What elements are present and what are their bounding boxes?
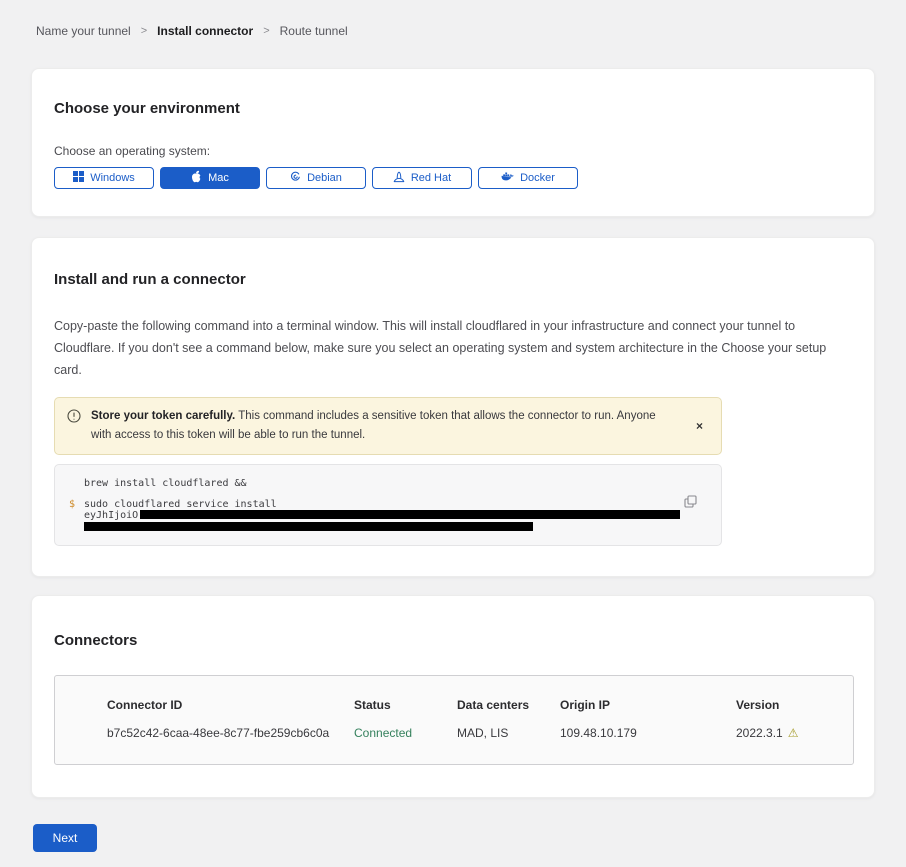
os-button-label: Debian	[307, 172, 342, 184]
os-button-label: Red Hat	[411, 172, 451, 184]
environment-card-title: Choose your environment	[54, 100, 852, 117]
breadcrumb: Name your tunnel > Install connector > R…	[0, 0, 906, 38]
os-button-redhat[interactable]: Red Hat	[372, 167, 472, 189]
token-redaction-bar	[84, 522, 533, 531]
windows-icon	[73, 171, 84, 185]
apple-icon	[191, 170, 202, 186]
shell-prompt: $	[69, 499, 84, 510]
column-header-version: Version	[736, 698, 833, 712]
connectors-table: Connector ID Status Data centers Origin …	[54, 675, 854, 765]
environment-card: Choose your environment Choose an operat…	[31, 68, 875, 217]
breadcrumb-name-your-tunnel[interactable]: Name your tunnel	[36, 24, 131, 38]
os-button-group: Windows Mac Debian	[54, 167, 852, 189]
connector-origin-ip-value: 109.48.10.179	[560, 726, 736, 740]
token-warning-title: Store your token carefully.	[91, 410, 235, 422]
os-button-debian[interactable]: Debian	[266, 167, 366, 189]
next-button[interactable]: Next	[33, 824, 97, 852]
os-button-label: Windows	[90, 172, 135, 184]
breadcrumb-route-tunnel[interactable]: Route tunnel	[280, 24, 348, 38]
connectors-card: Connectors Connector ID Status Data cent…	[31, 595, 875, 798]
connector-id-value: b7c52c42-6caa-48ee-8c77-fbe259cb6c0a	[107, 726, 354, 740]
install-command-codeblock[interactable]: brew install cloudflared && $ sudo cloud…	[54, 464, 722, 546]
column-header-data-centers: Data centers	[457, 698, 560, 712]
connector-data-centers-value: MAD, LIS	[457, 726, 560, 740]
footer: Next	[0, 798, 906, 867]
alert-circle-icon	[67, 409, 81, 428]
connectors-card-title: Connectors	[54, 632, 852, 649]
column-header-origin-ip: Origin IP	[560, 698, 736, 712]
version-warning-icon: ⚠	[788, 727, 799, 739]
breadcrumb-install-connector[interactable]: Install connector	[157, 24, 253, 38]
column-header-status: Status	[354, 698, 457, 712]
os-button-docker[interactable]: Docker	[478, 167, 578, 189]
redhat-icon	[393, 171, 405, 186]
docker-icon	[501, 171, 514, 185]
token-warning-text: Store your token carefully. This command…	[91, 407, 661, 445]
connector-status-value: Connected	[354, 726, 457, 740]
token-warning-banner: Store your token carefully. This command…	[54, 397, 722, 455]
install-card: Install and run a connector Copy-paste t…	[31, 237, 875, 577]
breadcrumb-separator: >	[263, 25, 269, 37]
os-button-label: Mac	[208, 172, 229, 184]
column-header-connector-id: Connector ID	[107, 698, 354, 712]
close-icon[interactable]: ×	[690, 417, 709, 435]
connector-version-value: 2022.3.1 ⚠	[736, 726, 833, 740]
code-line-token: eyJhIjoiO	[84, 510, 680, 521]
os-button-label: Docker	[520, 172, 555, 184]
debian-icon	[290, 171, 301, 185]
install-card-title: Install and run a connector	[54, 271, 852, 288]
copy-icon[interactable]	[682, 493, 699, 513]
os-button-mac[interactable]: Mac	[160, 167, 260, 189]
install-description: Copy-paste the following command into a …	[54, 316, 852, 382]
token-redaction-bar	[140, 510, 680, 519]
code-line-sudo: sudo cloudflared service install	[84, 499, 277, 510]
os-select-label: Choose an operating system:	[54, 144, 852, 158]
os-button-windows[interactable]: Windows	[54, 167, 154, 189]
breadcrumb-separator: >	[141, 25, 147, 37]
code-line-brew: brew install cloudflared &&	[84, 478, 247, 489]
